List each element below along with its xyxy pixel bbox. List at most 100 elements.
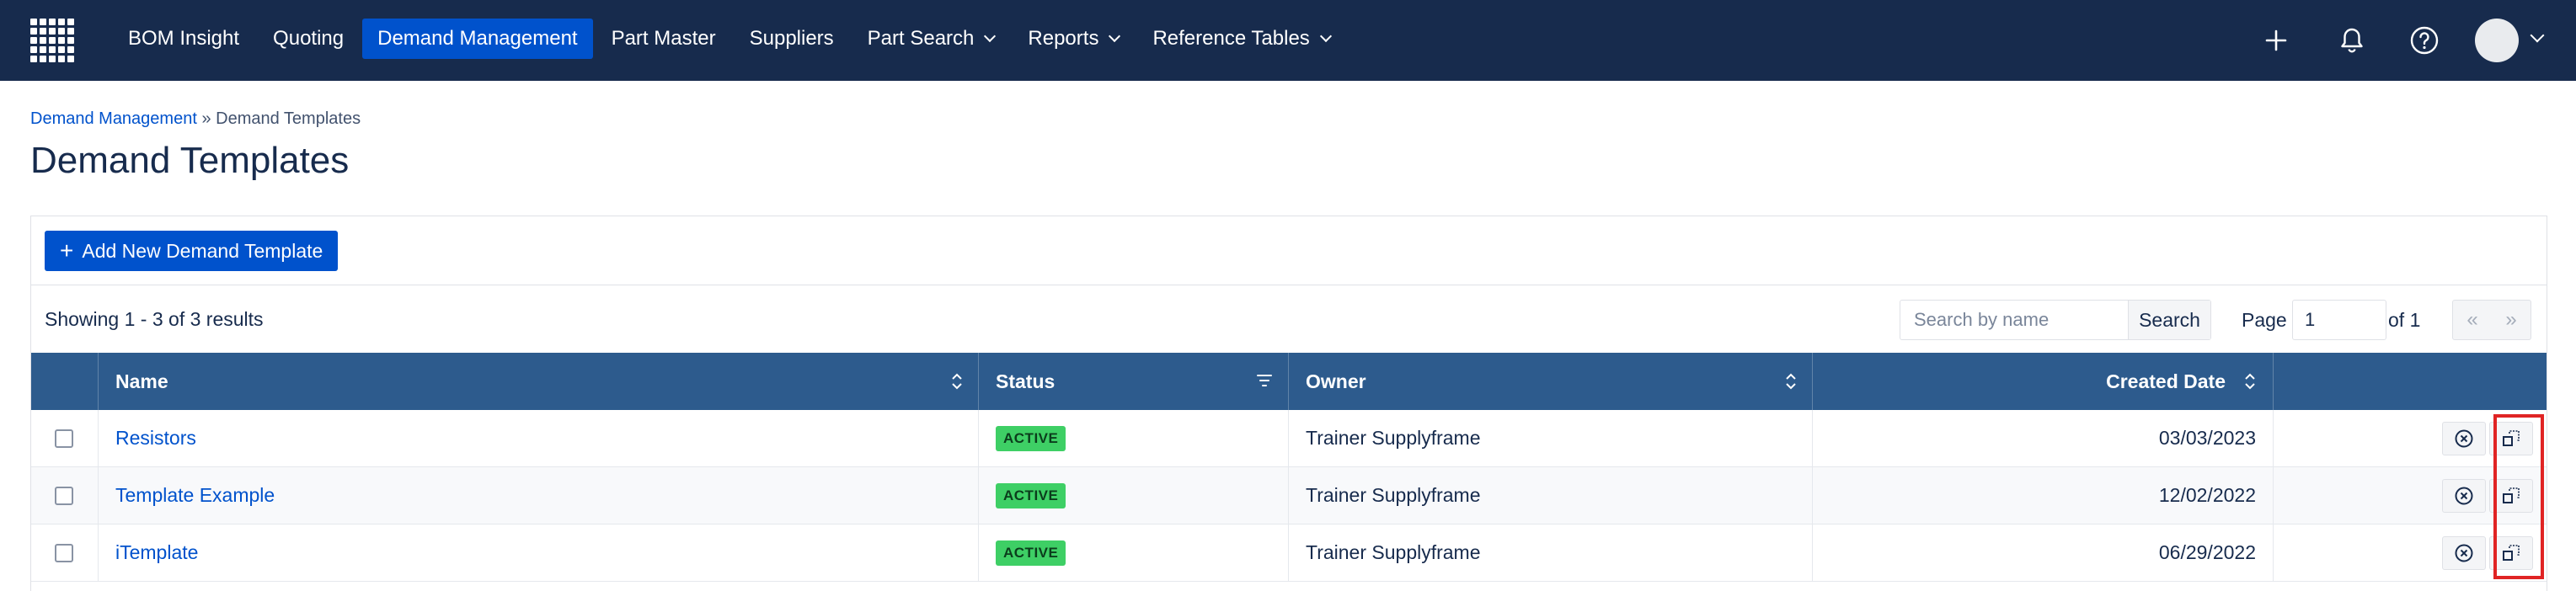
header-status[interactable]: Status: [979, 353, 1289, 410]
name-cell: Resistors: [99, 410, 979, 466]
remove-button[interactable]: [2442, 479, 2486, 513]
table-body: Resistors ACTIVE Trainer Supplyframe 03/…: [31, 410, 2547, 582]
templates-panel: + Add New Demand Template Showing 1 - 3 …: [30, 216, 2547, 591]
row-select-cell: [31, 410, 99, 466]
filter-icon[interactable]: [1256, 373, 1273, 388]
template-name-link[interactable]: Template Example: [115, 484, 275, 507]
nav-item-part-master[interactable]: Part Master: [596, 19, 731, 59]
page-title: Demand Templates: [30, 140, 350, 181]
table-header: Name Status Owner Created Date: [31, 353, 2547, 410]
created-date-cell: 12/02/2022: [1813, 467, 2274, 524]
name-cell: Template Example: [99, 467, 979, 524]
status-badge: ACTIVE: [996, 540, 1066, 566]
results-count: Showing 1 - 3 of 3 results: [45, 308, 264, 330]
header-owner-label: Owner: [1306, 370, 1366, 392]
header-name-label: Name: [115, 370, 168, 392]
nav-item-label: BOM Insight: [128, 27, 240, 50]
next-page-button[interactable]: »: [2492, 301, 2531, 339]
sort-icon[interactable]: [2244, 371, 2256, 391]
table-row: Resistors ACTIVE Trainer Supplyframe 03/…: [31, 410, 2547, 467]
owner-cell: Trainer Supplyframe: [1289, 467, 1813, 524]
chevron-down-icon: [1109, 29, 1121, 43]
chevron-down-icon[interactable]: [2530, 28, 2545, 43]
copy-icon: [2503, 487, 2520, 503]
row-select-cell: [31, 524, 99, 581]
nav-item-demand-management[interactable]: Demand Management: [362, 19, 593, 59]
row-select-cell: [31, 467, 99, 524]
breadcrumb-link-demand-management[interactable]: Demand Management: [30, 109, 197, 128]
page-label: Page: [2242, 309, 2287, 331]
plus-icon: +: [60, 237, 74, 264]
sort-icon[interactable]: [1785, 371, 1797, 391]
template-name-link[interactable]: Resistors: [115, 427, 196, 450]
created-date-cell: 03/03/2023: [1813, 410, 2274, 466]
prev-page-button[interactable]: «: [2453, 301, 2492, 339]
plus-icon[interactable]: [2258, 22, 2295, 59]
results-bar: Showing 1 - 3 of 3 results Search Page o…: [31, 285, 2547, 353]
close-circle-icon: [2455, 429, 2473, 448]
page-total-label: of 1: [2388, 309, 2421, 331]
breadcrumb-separator: »: [196, 109, 216, 128]
nav-item-reports[interactable]: Reports: [1013, 19, 1134, 59]
breadcrumb: Demand Management » Demand Templates: [30, 109, 361, 129]
nav-item-label: Demand Management: [377, 27, 578, 50]
owner-cell: Trainer Supplyframe: [1289, 524, 1813, 581]
actions-cell: [2274, 410, 2547, 466]
chevron-down-icon: [984, 29, 997, 43]
nav-item-label: Suppliers: [749, 27, 834, 50]
actions-cell: [2274, 524, 2547, 581]
nav-item-label: Reference Tables: [1152, 27, 1310, 50]
nav-item-label: Quoting: [273, 27, 345, 50]
nav-item-suppliers[interactable]: Suppliers: [735, 19, 849, 59]
nav-item-label: Reports: [1028, 27, 1099, 50]
row-checkbox[interactable]: [55, 543, 73, 562]
help-icon[interactable]: [2406, 22, 2443, 59]
chevron-down-icon: [1319, 29, 1332, 43]
copy-template-button[interactable]: [2489, 479, 2533, 513]
nav-item-label: Part Master: [611, 27, 716, 50]
row-checkbox[interactable]: [55, 486, 73, 505]
header-name[interactable]: Name: [99, 353, 979, 410]
remove-button[interactable]: [2442, 422, 2486, 455]
avatar[interactable]: [2475, 19, 2519, 62]
nav-item-quoting[interactable]: Quoting: [258, 19, 359, 59]
created-date-cell: 06/29/2022: [1813, 524, 2274, 581]
bell-icon[interactable]: [2333, 22, 2370, 59]
nav-item-label: Part Search: [867, 27, 975, 50]
copy-template-button[interactable]: [2489, 422, 2533, 455]
search-input[interactable]: [1900, 301, 2128, 339]
header-select-column: [31, 353, 99, 410]
breadcrumb-current: Demand Templates: [216, 109, 361, 128]
search-box: Search: [1900, 300, 2211, 340]
add-new-demand-template-button[interactable]: + Add New Demand Template: [45, 231, 339, 271]
nav-item-reference-tables[interactable]: Reference Tables: [1137, 19, 1344, 59]
main-nav: BOM Insight Quoting Demand Management Pa…: [113, 19, 1349, 59]
nav-item-part-search[interactable]: Part Search: [852, 19, 1010, 59]
template-name-link[interactable]: iTemplate: [115, 541, 198, 564]
add-button-label: Add New Demand Template: [82, 239, 323, 262]
search-button[interactable]: Search: [2128, 301, 2210, 339]
app-logo-icon[interactable]: [30, 19, 74, 62]
close-circle-icon: [2455, 487, 2473, 505]
top-navbar: BOM Insight Quoting Demand Management Pa…: [0, 0, 2576, 81]
table-row: Template Example ACTIVE Trainer Supplyfr…: [31, 467, 2547, 524]
table-row: iTemplate ACTIVE Trainer Supplyframe 06/…: [31, 524, 2547, 582]
header-created-date[interactable]: Created Date: [1813, 353, 2274, 410]
copy-template-button[interactable]: [2489, 536, 2533, 570]
sort-icon[interactable]: [951, 371, 963, 391]
remove-button[interactable]: [2442, 536, 2486, 570]
pagination: « »: [2452, 300, 2531, 340]
close-circle-icon: [2455, 544, 2473, 562]
copy-icon: [2503, 430, 2520, 446]
toolbar: + Add New Demand Template: [31, 216, 2547, 285]
copy-icon: [2503, 545, 2520, 561]
nav-item-bom-insight[interactable]: BOM Insight: [113, 19, 254, 59]
owner-cell: Trainer Supplyframe: [1289, 410, 1813, 466]
status-cell: ACTIVE: [979, 410, 1289, 466]
page-number-input[interactable]: [2292, 300, 2386, 340]
status-badge: ACTIVE: [996, 482, 1066, 508]
row-checkbox[interactable]: [55, 429, 73, 448]
header-owner[interactable]: Owner: [1289, 353, 1813, 410]
name-cell: iTemplate: [99, 524, 979, 581]
actions-cell: [2274, 467, 2547, 524]
